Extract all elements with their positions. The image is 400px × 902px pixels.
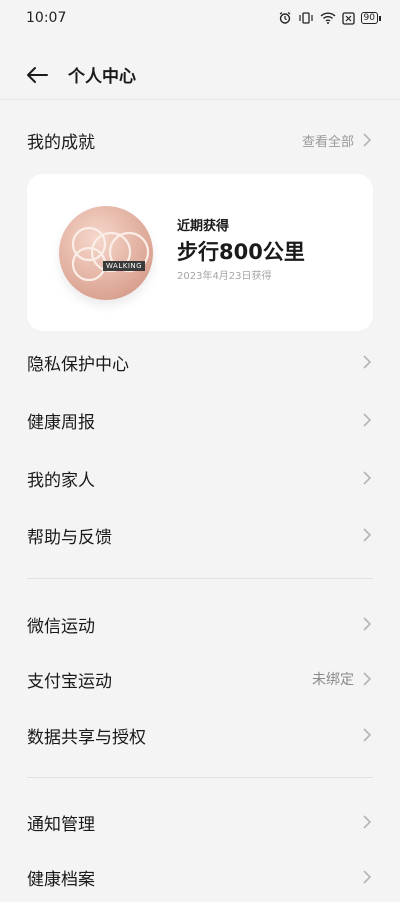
menu-item-label: 我的家人 <box>27 470 95 491</box>
view-all-label: 查看全部 <box>301 134 354 150</box>
menu-item-label: 数据共享与授权 <box>27 727 146 748</box>
menu-item-privacy[interactable]: 隐私保护中心 <box>0 337 400 387</box>
achievements-row[interactable]: 我的成就 查看全部 <box>0 115 400 165</box>
chevron-right-icon <box>362 528 372 542</box>
alarm-icon <box>278 11 292 25</box>
menu-item-wechat-sport[interactable]: 微信运动 <box>0 599 400 649</box>
chevron-right-icon <box>362 617 372 631</box>
menu-item-label: 微信运动 <box>27 616 95 637</box>
medal-text: WALKING <box>103 261 146 271</box>
menu-item-weekly-report[interactable]: 健康周报 <box>0 395 400 445</box>
menu-item-data-sharing[interactable]: 数据共享与授权 <box>0 710 400 760</box>
chevron-right-icon <box>362 870 372 884</box>
status-time: 10:07 <box>26 10 67 26</box>
view-all-link[interactable]: 查看全部 <box>302 131 372 150</box>
menu-item-label: 通知管理 <box>27 814 95 835</box>
chevron-right-icon <box>362 471 372 485</box>
menu-item-label: 隐私保护中心 <box>27 354 129 375</box>
chevron-right-icon <box>362 672 372 686</box>
sim-icon <box>341 11 355 25</box>
status-bar: 10:07 90 <box>0 0 400 36</box>
menu-item-label: 支付宝运动 <box>27 671 112 692</box>
achievements-label: 我的成就 <box>27 132 95 153</box>
menu-item-health-records[interactable]: 健康档案 <box>0 852 400 902</box>
section-divider <box>27 777 373 778</box>
achievement-title: 步行800公里 <box>177 240 305 264</box>
section-divider <box>27 578 373 579</box>
chevron-right-icon <box>362 728 372 742</box>
page-title: 个人中心 <box>68 67 136 87</box>
menu-item-label: 帮助与反馈 <box>27 527 112 548</box>
chevron-right-icon <box>362 133 372 147</box>
menu-item-label: 健康档案 <box>27 869 95 890</box>
vibrate-icon <box>298 11 314 25</box>
menu-item-notifications[interactable]: 通知管理 <box>0 797 400 847</box>
achievement-card[interactable]: WALKING 近期获得 步行800公里 2023年4月23日获得 <box>27 174 373 331</box>
menu-item-alipay-sport[interactable]: 支付宝运动 未绑定 <box>0 654 400 704</box>
status-icons: 90 <box>278 11 382 25</box>
top-bar: 个人中心 <box>0 50 400 100</box>
back-arrow-icon[interactable] <box>26 64 48 86</box>
chevron-right-icon <box>362 815 372 829</box>
alipay-status: 未绑定 <box>312 669 372 689</box>
wifi-icon <box>320 11 336 25</box>
chevron-right-icon <box>362 413 372 427</box>
achievement-date: 2023年4月23日获得 <box>177 271 272 282</box>
chevron-right-icon <box>362 355 372 369</box>
battery-icon: 90 <box>360 12 382 24</box>
achievement-kicker: 近期获得 <box>177 219 230 234</box>
menu-item-label: 健康周报 <box>27 412 95 433</box>
medal-badge-icon: WALKING <box>59 206 153 300</box>
menu-item-help-feedback[interactable]: 帮助与反馈 <box>0 510 400 560</box>
menu-item-family[interactable]: 我的家人 <box>0 453 400 503</box>
binding-status: 未绑定 <box>312 672 354 688</box>
